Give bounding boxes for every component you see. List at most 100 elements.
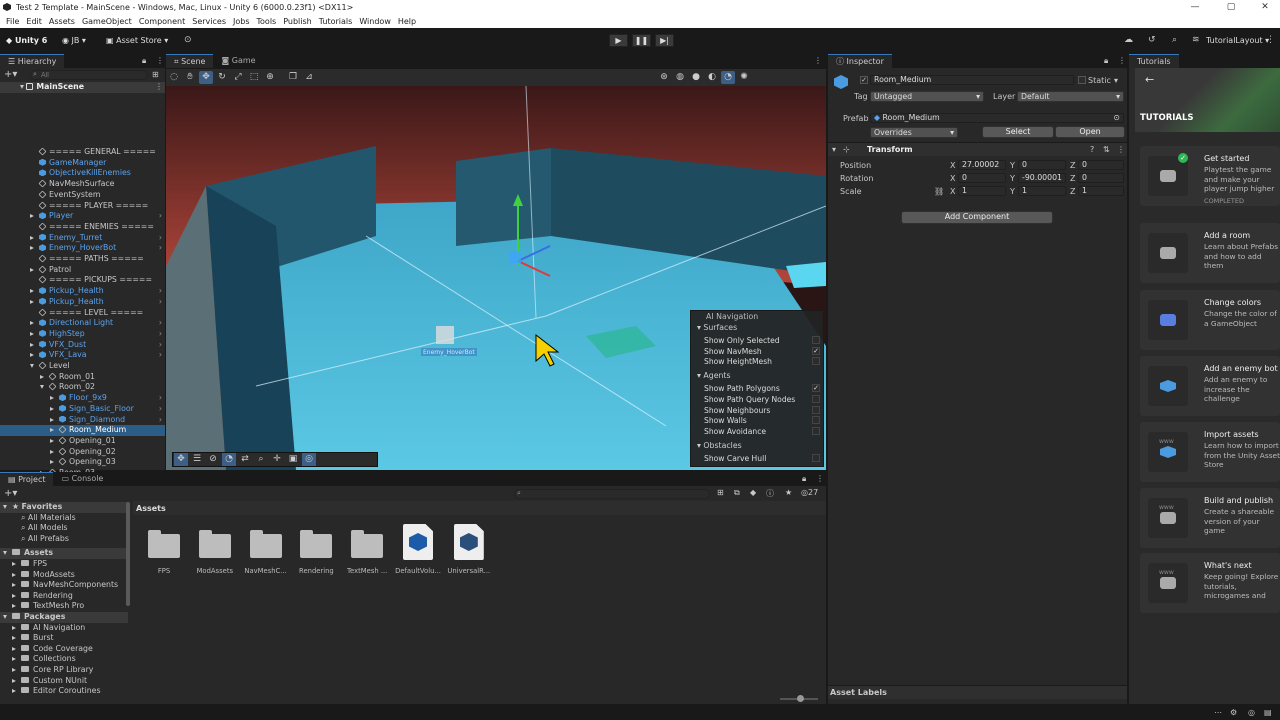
tree-favorites[interactable]: ▾ ★ Favorites [0,502,128,513]
asset-item[interactable]: ModAssets [189,522,241,576]
transform-foldout-icon[interactable]: ▾ [832,145,836,154]
status-icon-2[interactable]: ⚙︎ [1230,708,1237,717]
asset-item[interactable]: DefaultVolu... [392,522,444,576]
obstacles-section[interactable]: ▾ Obstacles [697,441,742,450]
tree-favorite-item[interactable]: ⌕ All Prefabs [0,534,128,545]
scene-visibility-toggle-icon[interactable]: ✺ [737,71,751,84]
expand-arrow-icon[interactable]: ▸ [30,297,39,308]
tree-asset-folder[interactable]: ▸ FPS [0,559,128,570]
open-prefab-chevron-icon[interactable]: › [159,286,162,297]
hierarchy-row[interactable]: ▸ Enemy_Turret › [0,233,165,244]
hierarchy-row[interactable]: GameManager [0,158,165,169]
tree-arrow-icon[interactable]: ▸ [12,676,21,687]
hierarchy-row[interactable]: ▸ Directional Light › [0,318,165,329]
show-neighbours-checkbox[interactable] [812,406,820,414]
tutorial-card[interactable]: www What's next Keep going! Explore tutori… [1140,553,1280,613]
tree-package-folder[interactable]: ▸ Collections [0,654,128,665]
hierarchy-row[interactable]: ▸ Opening_01 [0,436,165,447]
tree-package-folder[interactable]: ▸ Editor Coroutines [0,686,128,697]
tutorial-card[interactable]: www Import assets Learn how to import from… [1140,422,1280,482]
menu-assets[interactable]: Assets [49,17,75,26]
tree-package-folder[interactable]: ▸ Core RP Library [0,665,128,676]
pause-button[interactable]: ❚❚ [632,34,651,47]
tree-package-folder[interactable]: ▸ Custom NUnit [0,676,128,687]
show-walls-checkbox[interactable] [812,416,820,424]
icon-size-slider-handle[interactable] [797,695,804,702]
position-z-field[interactable]: 0 [1078,160,1124,170]
rotation-z-field[interactable]: 0 [1078,173,1124,183]
hierarchy-row[interactable]: ▸ Floor_9x9 › [0,393,165,404]
tree-arrow-icon[interactable]: ▸ [12,644,21,655]
tree-asset-folder[interactable]: ▸ NavMeshComponents [0,580,128,591]
static-dropdown-icon[interactable]: ▾ [1114,76,1118,85]
tutorial-card[interactable]: Add a room Learn about Prefabs and how to… [1140,223,1280,283]
status-icon-1[interactable]: ⋯ [1214,708,1222,717]
open-button[interactable]: Open [1055,126,1125,138]
project-create-button[interactable]: +▾ [4,488,17,499]
open-prefab-chevron-icon[interactable]: › [159,318,162,329]
tree-arrow-icon[interactable]: ▾ [3,548,12,559]
hierarchy-row[interactable]: ▸ Room_01 [0,372,165,383]
tree-package-folder[interactable]: ▸ Burst [0,633,128,644]
asset-item[interactable]: TextMesh ... [341,522,393,576]
tree-arrow-icon[interactable]: ▾ [3,502,12,513]
open-prefab-chevron-icon[interactable]: › [159,211,162,222]
expand-arrow-icon[interactable]: ▸ [50,436,59,447]
show-path-query-nodes-checkbox[interactable] [812,395,820,403]
open-prefab-chevron-icon[interactable]: › [159,233,162,244]
rotation-y-field[interactable]: -90.00001 [1018,173,1066,183]
menu-jobs[interactable]: Jobs [233,17,250,26]
hierarchy-row[interactable]: ▸ VFX_Dust › [0,340,165,351]
open-prefab-chevron-icon[interactable]: › [159,329,162,340]
expand-arrow-icon[interactable]: ▸ [50,447,59,458]
tree-asset-folder[interactable]: ▸ TextMesh Pro [0,601,128,612]
label-icon[interactable]: ◆ [750,488,756,497]
search-by-label-icon[interactable]: ⧉ [734,488,740,498]
hierarchy-row[interactable]: ▸ Opening_02 [0,447,165,458]
tab-scene[interactable]: ⌗ Scene [166,54,214,68]
menu-window[interactable]: Window [359,17,391,26]
history-icon[interactable]: ↺ [1148,35,1156,45]
position-x-field[interactable]: 27.00002 [958,160,1006,170]
unity-menu-button[interactable]: ◆ Unity 6 [6,36,47,45]
expand-arrow-icon[interactable]: ▸ [30,340,39,351]
hierarchy-row[interactable]: EventSystem [0,190,165,201]
asset-item[interactable]: UniversalR... [443,522,495,576]
select-button[interactable]: Select [982,126,1054,138]
static-checkbox[interactable] [1078,76,1086,84]
lock-icon[interactable]: 🔒︎ [142,56,146,66]
overlay-list-icon[interactable]: ☰ [190,453,204,466]
tree-arrow-icon[interactable]: ▾ [3,612,12,623]
tree-asset-folder[interactable]: ▸ Rendering [0,591,128,602]
hierarchy-row[interactable]: ===== GENERAL ===== [0,147,165,158]
expand-arrow-icon[interactable]: ▸ [50,457,59,468]
scene-menu-icon[interactable]: ⋮ [155,82,163,91]
hierarchy-row[interactable]: ▸ Opening_03 [0,457,165,468]
hierarchy-row[interactable]: ▸ Sign_Basic_Floor › [0,404,165,415]
tree-arrow-icon[interactable]: ▸ [12,654,21,665]
tab-game[interactable]: ◙ Game [213,54,264,68]
status-icon-3[interactable]: ◎ [1248,708,1255,717]
menu-edit[interactable]: Edit [26,17,42,26]
more-icon[interactable]: ⋮ [1266,35,1275,45]
asset-item[interactable]: NavMeshC... [240,522,292,576]
menu-publish[interactable]: Publish [283,17,312,26]
account-dropdown[interactable]: ◉ JB ▾ [62,36,86,45]
step-button[interactable]: ▶| [655,34,674,47]
expand-arrow-icon[interactable]: ▾ [40,382,49,393]
tree-assets[interactable]: ▾ Assets [0,548,128,559]
expand-arrow-icon[interactable]: ▸ [30,350,39,361]
rotate-tool-icon[interactable]: ↻ [215,71,229,84]
ai-navigation-title[interactable]: AI Navigation [706,312,758,321]
tree-arrow-icon[interactable]: ▸ [12,665,21,676]
expand-arrow-icon[interactable]: ▸ [50,425,59,436]
active-checkbox[interactable]: ✓ [860,76,868,84]
tree-scrollbar[interactable] [126,502,130,606]
snap-icon[interactable]: ❐ [286,71,300,84]
show-path-polygons-checkbox[interactable]: ✓ [812,384,820,392]
tree-packages[interactable]: ▾ Packages [0,612,128,623]
expand-arrow-icon[interactable]: ▸ [30,286,39,297]
hierarchy-row[interactable]: ▸ VFX_Lava › [0,350,165,361]
scene-root-row[interactable]: ▾ MainScene [0,82,165,93]
tree-favorite-item[interactable]: ⌕ All Materials [0,513,128,524]
